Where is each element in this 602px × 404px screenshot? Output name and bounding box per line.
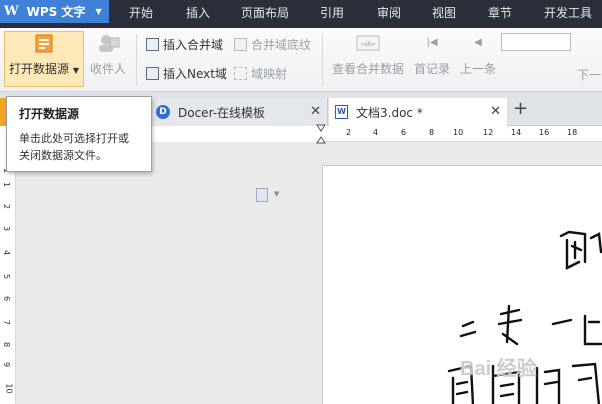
ruler-tick: 1 (2, 181, 12, 188)
ruler-tick: 2 (2, 203, 12, 210)
ruler-tick: 4 (2, 249, 12, 256)
shading-icon (234, 38, 247, 51)
merge-field-shading-button[interactable]: 合并域底纹 (234, 36, 311, 53)
view-merged-data-button[interactable]: «ab» 查看合并数据 (330, 32, 406, 77)
ruler-tick: 8 (429, 128, 435, 137)
field-mapping-button[interactable]: 域映射 (234, 65, 287, 82)
tab-document3[interactable]: W 文档3.doc * ✕ (329, 98, 507, 126)
docer-logo-icon: D (156, 105, 170, 119)
horizontal-ruler[interactable]: 2 4 6 8 10 12 14 16 18 (322, 126, 602, 142)
menu-tab-developer[interactable]: 开发工具 (544, 4, 592, 21)
chevron-down-icon: ▼ (72, 66, 79, 75)
tooltip-body: 单击此处可选择打开或关闭数据源文件。 (19, 132, 129, 162)
ruler-tick: 4 (373, 128, 379, 137)
recipients-label: 收件人 (89, 62, 126, 76)
first-record-icon: |◀ (426, 37, 438, 48)
first-record-label: 首记录 (413, 62, 450, 76)
prev-record-button[interactable]: ◀ 上一条 (458, 32, 498, 77)
ruler-tick: 10 (4, 383, 14, 394)
open-datasource-tooltip: 打开数据源 单击此处可选择打开或关闭数据源文件。 (6, 96, 152, 172)
ribbon-separator (322, 34, 323, 86)
view-merged-label: 查看合并数据 (331, 62, 404, 76)
insert-next-field-label: 插入Next域 (163, 67, 227, 81)
recipients-button[interactable]: 收件人 (88, 32, 128, 77)
ruler-tick: 6 (2, 295, 12, 302)
ribbon-separator (136, 34, 137, 86)
prev-record-label: 上一条 (459, 62, 496, 76)
next-field-icon (146, 67, 159, 80)
chevron-down-icon[interactable]: ▼ (274, 190, 279, 198)
ruler-tick: 8 (2, 341, 12, 348)
wps-logo-icon: W (4, 4, 19, 19)
open-datasource-icon (35, 34, 53, 53)
menu-bar: W WPS 文字 ▼ 开始 插入 页面布局 引用 审阅 视图 章节 开发工具 (0, 0, 602, 28)
ruler-tick: 3 (2, 225, 12, 232)
merge-field-shading-label: 合并域底纹 (251, 38, 312, 52)
close-icon[interactable]: ✕ (310, 104, 321, 119)
menu-tab-references[interactable]: 引用 (320, 4, 344, 21)
word-doc-icon: W (335, 105, 348, 119)
new-tab-plus-icon[interactable]: + (513, 98, 528, 119)
insert-next-field-button[interactable]: 插入Next域 (146, 65, 227, 82)
menu-tab-page-layout[interactable]: 页面布局 (241, 4, 289, 21)
open-datasource-label: 打开数据源 (9, 62, 70, 76)
ruler-indent-marker-icon[interactable] (316, 124, 326, 146)
tooltip-title: 打开数据源 (19, 107, 80, 121)
ruler-tick: 16 (539, 128, 550, 137)
menu-tab-chapter[interactable]: 章节 (488, 4, 512, 21)
wps-app-menu-button[interactable]: W WPS 文字 ▼ (0, 0, 109, 23)
next-record-label: 下一 (577, 68, 602, 82)
ruler-tick: 9 (2, 361, 12, 368)
tab-docer-templates[interactable]: D Docer-在线模板 ✕ (150, 98, 328, 126)
ruler-tick: 6 (401, 128, 407, 137)
close-icon[interactable]: ✕ (490, 104, 501, 119)
arrow-left-icon: ◀ (474, 37, 482, 48)
menu-tab-insert[interactable]: 插入 (186, 4, 210, 21)
tab-label: 文档3.doc * (356, 105, 423, 120)
insert-merge-field-label: 插入合并域 (163, 38, 224, 52)
app-brand-label: WPS 文字 (26, 5, 86, 19)
next-record-button[interactable]: 下一 (577, 66, 601, 83)
first-record-button[interactable]: |◀ 首记录 (412, 32, 452, 77)
recipients-icon (99, 35, 120, 52)
merge-field-icon (146, 38, 159, 51)
menu-tab-home[interactable]: 开始 (129, 4, 153, 21)
mail-merge-ribbon: 打开数据源 ▼ 收件人 插入合并域 合并域底纹 插入Next域 域映射 «ab»… (0, 28, 602, 92)
insert-merge-field-button[interactable]: 插入合并域 (146, 36, 223, 53)
open-datasource-button[interactable]: 打开数据源 ▼ (4, 31, 84, 87)
ruler-tick: 2 (346, 128, 352, 137)
page-options-icon[interactable] (256, 188, 268, 202)
menu-tab-review[interactable]: 审阅 (377, 4, 401, 21)
field-mapping-label: 域映射 (251, 67, 288, 81)
svg-text:«ab»: «ab» (361, 41, 376, 48)
chevron-down-icon: ▼ (95, 7, 102, 16)
ruler-tick: 12 (483, 128, 494, 137)
view-merged-icon: «ab» (356, 35, 380, 51)
field-mapping-icon (234, 67, 247, 80)
menu-tab-view[interactable]: 视图 (432, 4, 456, 21)
tab-label: Docer-在线模板 (178, 105, 266, 120)
record-number-input[interactable] (501, 33, 571, 51)
ruler-tick: 7 (2, 319, 12, 326)
ruler-tick: 14 (511, 128, 522, 137)
watermark-text: Bai 经验 (460, 358, 537, 380)
ruler-tick: 18 (567, 128, 578, 137)
vertical-ruler[interactable]: 1 1 2 3 4 5 6 7 8 9 10 (0, 142, 16, 404)
ruler-tick: 10 (453, 128, 464, 137)
ruler-tick: 5 (2, 273, 12, 280)
